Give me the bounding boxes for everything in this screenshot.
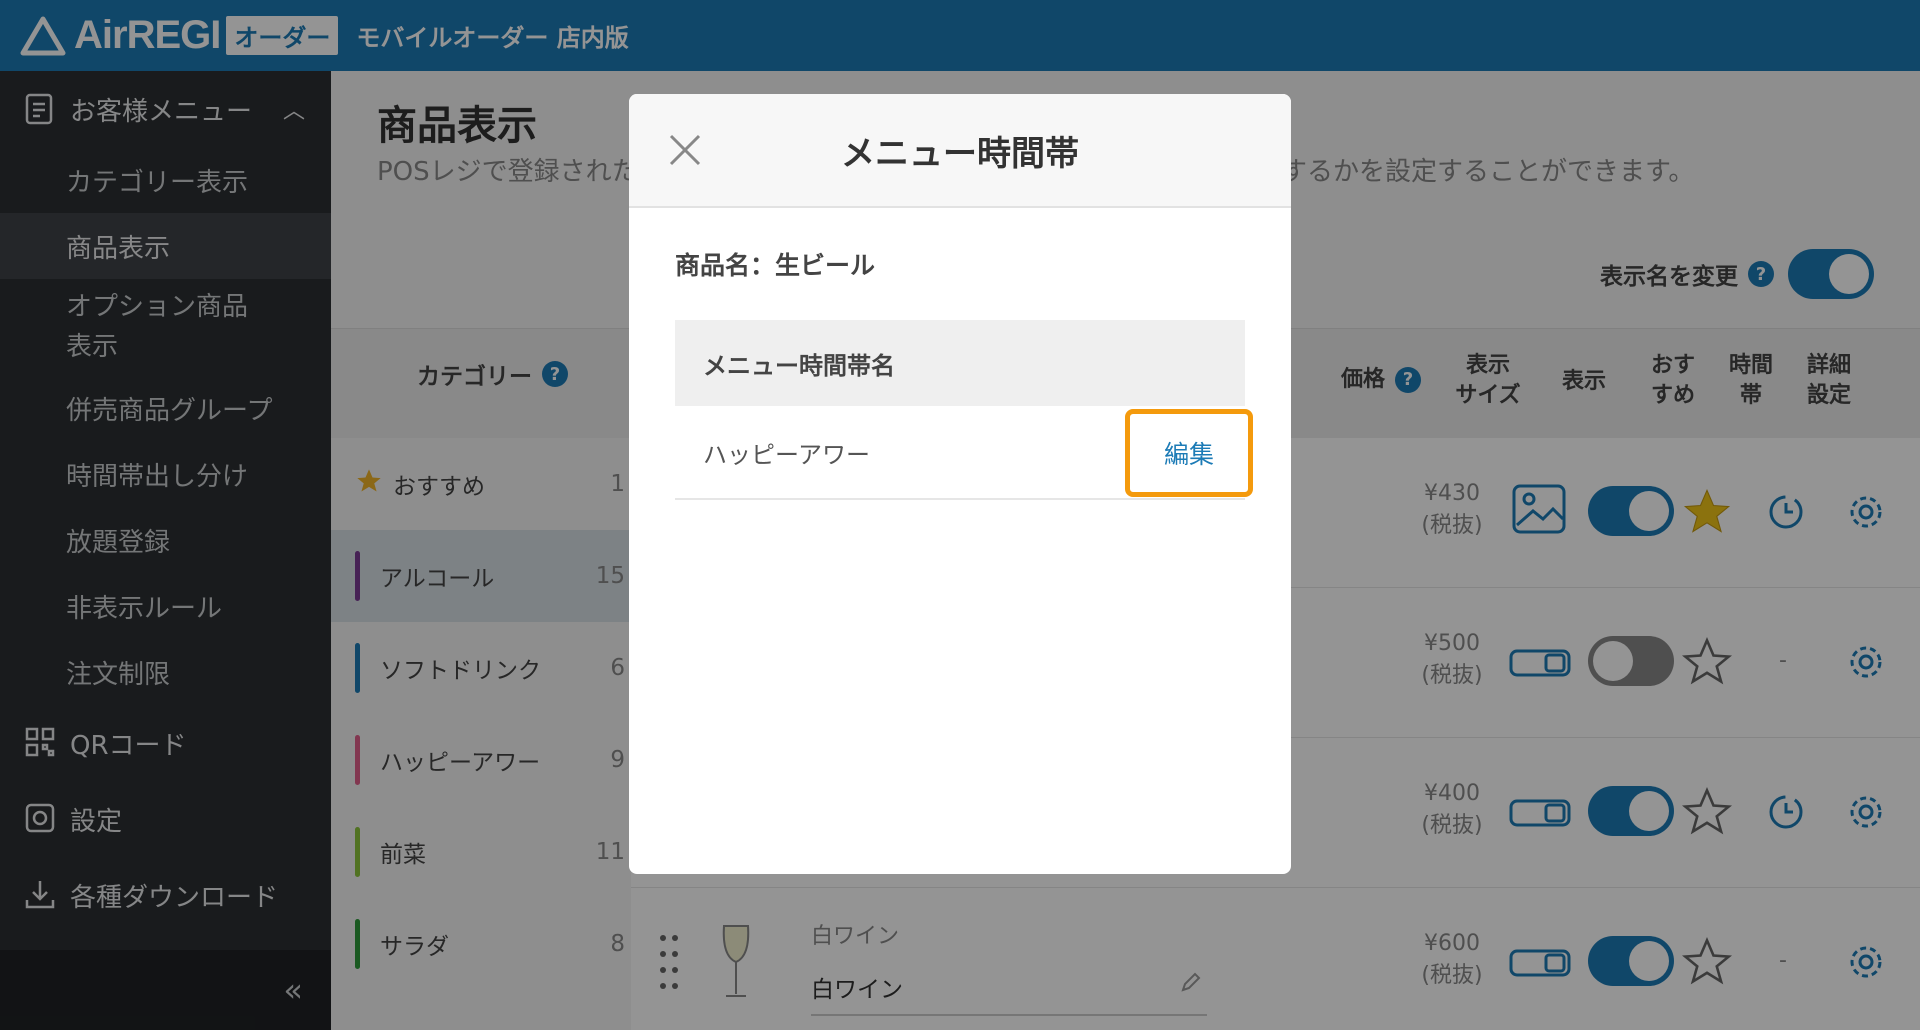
edit-button[interactable]: 編集	[1125, 409, 1253, 497]
timeslot-table-header: メニュー時間帯名	[675, 320, 1245, 406]
modal-body: 商品名：生ビール メニュー時間帯名 ハッピーアワー 編集	[629, 208, 1291, 538]
table-row: ハッピーアワー 編集	[675, 406, 1253, 500]
timeslot-table: メニュー時間帯名 ハッピーアワー 編集	[675, 320, 1253, 500]
menu-timeslot-modal: メニュー時間帯 商品名：生ビール メニュー時間帯名 ハッピーアワー 編集	[629, 94, 1291, 874]
modal-title: メニュー時間帯	[841, 133, 1079, 174]
close-icon[interactable]	[667, 132, 703, 168]
modal-product-name: 商品名：生ビール	[675, 251, 876, 280]
timeslot-name: ハッピーアワー	[703, 440, 871, 469]
modal-header: メニュー時間帯	[629, 94, 1291, 208]
